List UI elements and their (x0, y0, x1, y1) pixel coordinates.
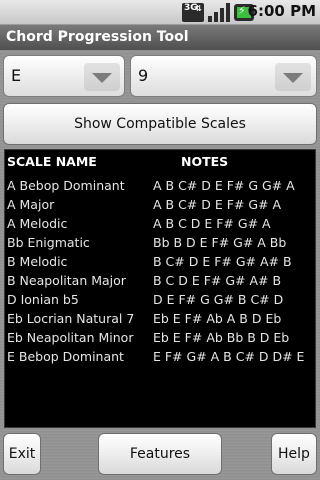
scale-notes: A B C# D E F# G# A (153, 197, 282, 212)
app-title: Chord Progression Tool (0, 25, 320, 50)
scale-rows: A Bebop Dominant A B C# D E F# G G# A A Ma… (5, 178, 315, 368)
list-item[interactable]: B Neapolitan Major B C D E F# G# A# B (5, 273, 315, 292)
scale-name: Eb Neapolitan Minor (7, 330, 134, 345)
help-button[interactable]: Help (271, 433, 317, 475)
status-clock: 6:00 PM (247, 2, 316, 20)
signal-strength-icon (208, 3, 230, 22)
column-header-notes: NOTES (181, 154, 229, 169)
scale-notes: Bb B D E F# G# A Bb (153, 235, 287, 250)
column-header-scale-name: SCALE NAME (7, 154, 97, 169)
scale-notes: Eb E F# Ab Bb B D Eb (153, 330, 290, 345)
dropdown-arrow-icon[interactable] (84, 63, 120, 91)
scale-name: Bb Enigmatic (7, 235, 90, 250)
3g-data-icon: 3G ⇅ (182, 3, 204, 22)
scale-name: B Melodic (7, 254, 68, 269)
scale-name: Eb Locrian Natural 7 (7, 311, 135, 326)
list-item[interactable]: Bb Enigmatic Bb B D E F# G# A Bb (5, 235, 315, 254)
chord-spinner[interactable]: 9 (130, 55, 317, 97)
show-compatible-scales-button[interactable]: Show Compatible Scales (3, 103, 317, 145)
key-spinner-value: E (11, 66, 22, 85)
scale-notes: B C D E F# G# A# B (153, 273, 282, 288)
scale-name: E Bebop Dominant (7, 349, 124, 364)
scale-name: B Neapolitan Major (7, 273, 126, 288)
scale-notes: E F# G# A B C# D D# E (153, 349, 305, 364)
list-item[interactable]: E Bebop Dominant E F# G# A B C# D D# E (5, 349, 315, 368)
chord-spinner-value: 9 (138, 66, 149, 85)
list-item[interactable]: A Melodic A B C D E F# G# A (5, 216, 315, 235)
scale-name: A Melodic (7, 216, 68, 231)
list-item[interactable]: B Melodic B C# D E F# G# A# B (5, 254, 315, 273)
key-spinner[interactable]: E (3, 55, 125, 97)
scale-notes: D E F# G G# B C# D (153, 292, 284, 307)
status-bar: 3G ⇅ 6:00 PM (0, 0, 320, 25)
scale-notes: B C# D E F# G# A# B (153, 254, 292, 269)
scale-notes: Eb E F# Ab A B D Eb (153, 311, 282, 326)
scale-notes: A B C D E F# G# A (153, 216, 271, 231)
list-item[interactable]: A Bebop Dominant A B C# D E F# G G# A (5, 178, 315, 197)
scale-name: A Major (7, 197, 55, 212)
scale-list[interactable]: SCALE NAME NOTES A Bebop Dominant A B C# … (4, 149, 316, 428)
scale-notes: A B C# D E F# G G# A (153, 178, 295, 193)
list-item[interactable]: A Major A B C# D E F# G# A (5, 197, 315, 216)
exit-button[interactable]: Exit (3, 433, 41, 475)
scale-name: A Bebop Dominant (7, 178, 125, 193)
list-item[interactable]: D Ionian b5 D E F# G G# B C# D (5, 292, 315, 311)
list-item[interactable]: Eb Neapolitan Minor Eb E F# Ab Bb B D Eb (5, 330, 315, 349)
list-item[interactable]: Eb Locrian Natural 7 Eb E F# Ab A B D Eb (5, 311, 315, 330)
features-button[interactable]: Features (98, 433, 222, 475)
scale-name: D Ionian b5 (7, 292, 79, 307)
dropdown-arrow-icon[interactable] (275, 63, 311, 91)
